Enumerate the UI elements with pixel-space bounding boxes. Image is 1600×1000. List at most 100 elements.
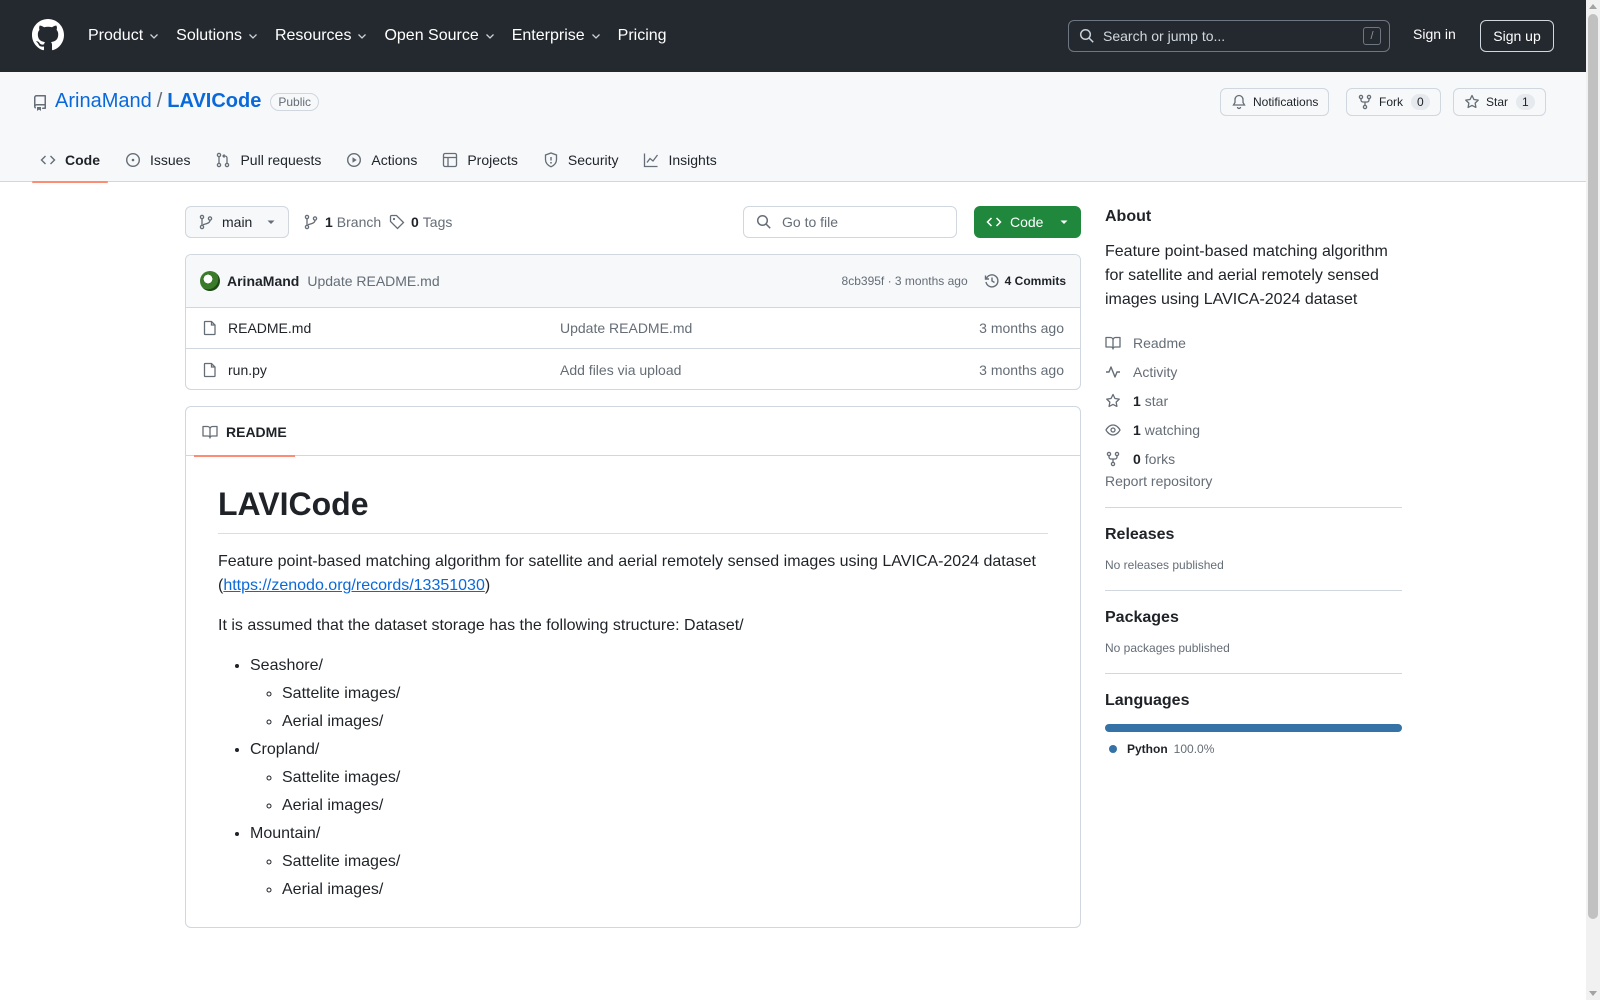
releases-section: Releases No releases published [1105, 507, 1402, 572]
code-icon [986, 217, 1002, 227]
pull-request-icon [217, 152, 230, 168]
caret-down-icon [1060, 220, 1068, 224]
commits-count: 4 Commits [1004, 274, 1066, 288]
tab-actions[interactable]: Actions [338, 138, 425, 182]
releases-heading[interactable]: Releases [1105, 526, 1402, 544]
activity-link[interactable]: Activity [1105, 357, 1402, 386]
nav-label: Open Source [384, 27, 479, 44]
search-input[interactable]: Search or jump to... / [1068, 20, 1390, 52]
shield-icon [544, 152, 558, 168]
packages-heading[interactable]: Packages [1105, 609, 1402, 627]
commit-sha-time[interactable]: 8cb395f · 3 months ago [842, 274, 968, 288]
star-icon [1106, 393, 1120, 407]
zenodo-link[interactable]: https://zenodo.org/records/13351030 [223, 577, 485, 594]
watching-count: 1 [1133, 421, 1141, 438]
languages-heading: Languages [1105, 692, 1190, 709]
repo-owner-link[interactable]: ArinaMand [55, 90, 152, 113]
sub-list: Sattelite images/ Aerial images/ [250, 766, 1048, 818]
notifications-button[interactable]: Notifications [1220, 88, 1330, 116]
go-to-file-input[interactable]: Go to file [743, 206, 957, 238]
report-repository-link[interactable]: Report repository [1105, 473, 1212, 489]
code-dropdown-button[interactable]: Code [974, 206, 1081, 238]
tags-link[interactable]: 0 Tags [389, 214, 452, 230]
nav-product[interactable]: Product [88, 27, 160, 45]
tab-projects[interactable]: Projects [434, 138, 526, 182]
readme-intro-text: Feature point-based matching algorithm f… [218, 553, 1036, 570]
repo-name-link[interactable]: LAVICode [167, 90, 261, 113]
branches-link[interactable]: 1 Branch [303, 214, 381, 230]
star-button[interactable]: Star 1 [1453, 88, 1546, 116]
fork-button[interactable]: Fork 0 [1346, 88, 1441, 116]
sign-in-link[interactable]: Sign in [1413, 26, 1456, 42]
file-name-link[interactable]: run.py [228, 362, 560, 378]
file-icon [203, 320, 216, 336]
page-scrollbar[interactable] [1586, 0, 1600, 1000]
file-commit-message[interactable]: Update README.md [560, 320, 692, 336]
nav-open-source[interactable]: Open Source [384, 27, 495, 45]
commit-message-link[interactable]: Update README.md [307, 273, 439, 289]
search-icon [1079, 28, 1094, 43]
forks-link[interactable]: 0 forks [1105, 444, 1402, 473]
branch-icon [304, 214, 318, 230]
file-commit-date: 3 months ago [979, 320, 1064, 336]
github-logo-icon[interactable] [32, 19, 64, 51]
star-icon [1465, 94, 1479, 109]
file-row[interactable]: README.md Update README.md 3 months ago [186, 308, 1080, 349]
table-icon [443, 152, 458, 168]
scroll-up-arrow-icon[interactable] [1589, 4, 1597, 9]
top-nav: Product Solutions Resources Open Source … [88, 0, 683, 72]
language-item[interactable]: Python 100.0% [1105, 742, 1402, 756]
sign-up-button[interactable]: Sign up [1480, 20, 1554, 52]
readme-content: LAVICode Feature point-based matching al… [186, 456, 1080, 932]
list-item: Aerial images/ [282, 794, 1048, 818]
folder-name: Mountain/ [250, 825, 321, 842]
go-to-file-placeholder: Go to file [782, 214, 839, 230]
stars-link[interactable]: 1 star [1105, 386, 1402, 415]
about-heading: About [1105, 208, 1152, 225]
nav-resources[interactable]: Resources [275, 27, 368, 45]
file-row[interactable]: run.py Add files via upload 3 months ago [186, 349, 1080, 389]
list-item: Aerial images/ [282, 710, 1048, 734]
tab-label: Code [65, 152, 100, 168]
nav-solutions[interactable]: Solutions [176, 27, 259, 45]
commits-link[interactable]: 4 Commits [984, 273, 1066, 289]
file-icon [203, 362, 216, 377]
readme-link[interactable]: Readme [1105, 328, 1402, 357]
search-icon [756, 214, 771, 229]
tab-pull-requests[interactable]: Pull requests [207, 138, 329, 182]
nav-label: Resources [274, 27, 352, 44]
chevron-down-icon [485, 34, 494, 39]
list-item: Sattelite images/ [282, 766, 1048, 790]
tab-label: Projects [467, 152, 518, 168]
history-icon [984, 274, 999, 288]
branch-count: 1 [325, 214, 333, 230]
repo-title: ArinaMand / LAVICode Public [55, 90, 320, 113]
avatar[interactable] [200, 271, 220, 291]
branch-label: Branch [336, 214, 382, 230]
graph-icon [644, 153, 659, 168]
tag-count: 0 [411, 214, 419, 230]
readme-link-label: Readme [1133, 334, 1186, 351]
language-bar [1105, 724, 1402, 732]
commit-author-link[interactable]: ArinaMand [227, 273, 299, 289]
nav-enterprise[interactable]: Enterprise [512, 27, 602, 45]
scroll-down-arrow-icon[interactable] [1589, 991, 1597, 996]
tag-label: Tags [422, 214, 453, 230]
nav-label: Pricing [617, 27, 667, 44]
watchers-link[interactable]: 1 watching [1105, 415, 1402, 444]
tag-icon [389, 214, 405, 230]
scrollbar-thumb[interactable] [1588, 14, 1598, 919]
file-name-link[interactable]: README.md [228, 320, 560, 336]
readme-tab[interactable]: README [194, 407, 295, 457]
tab-insights[interactable]: Insights [635, 138, 724, 182]
branch-icon [199, 214, 213, 230]
tab-code[interactable]: Code [32, 138, 108, 183]
tab-issues[interactable]: Issues [117, 138, 198, 182]
nav-label: Enterprise [511, 27, 585, 44]
file-commit-message[interactable]: Add files via upload [560, 362, 681, 378]
branch-select-button[interactable]: main [185, 206, 289, 238]
chevron-down-icon [591, 34, 600, 39]
nav-pricing[interactable]: Pricing [618, 27, 667, 45]
tab-security[interactable]: Security [535, 138, 627, 182]
star-count: 1 [1516, 94, 1535, 110]
